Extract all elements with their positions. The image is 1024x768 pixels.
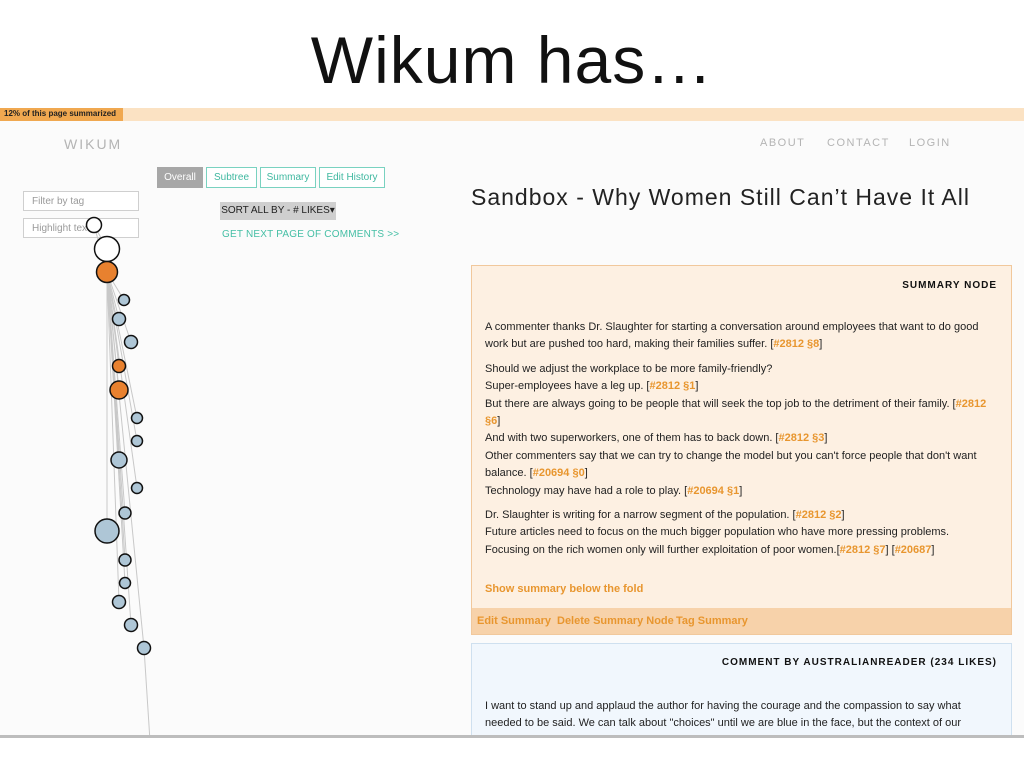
comment-reference-link[interactable]: #20687 xyxy=(895,544,932,556)
summary-tree-node[interactable] xyxy=(95,260,119,284)
nav-about-link[interactable]: ABOUT xyxy=(760,137,805,149)
delete-summary-node-button[interactable]: Delete Summary Node xyxy=(557,615,674,627)
sort-dropdown[interactable]: SORT ALL BY - # LIKES▾ xyxy=(220,202,336,220)
comment-reference-link[interactable]: #2812 §2 xyxy=(796,509,842,521)
summary-tree-node[interactable] xyxy=(111,358,127,374)
summary-paragraph: Dr. Slaughter is writing for a narrow se… xyxy=(485,509,950,556)
tab-edit-history[interactable]: Edit History xyxy=(319,167,385,188)
comment-tree-node[interactable] xyxy=(130,411,144,425)
summary-node-card: SUMMARY NODE A commenter thanks Dr. Slau… xyxy=(471,265,1012,635)
comment-tree-node[interactable] xyxy=(94,518,120,544)
wikum-logo[interactable]: WIKUM xyxy=(64,136,122,152)
comment-tree-node[interactable] xyxy=(130,434,144,448)
wikum-screenshot: 12% of this page summarized WIKUM ABOUT … xyxy=(0,108,1024,738)
comment-tree-node[interactable] xyxy=(111,311,127,327)
comment-tree-node[interactable] xyxy=(123,617,139,633)
comment-tree-node[interactable] xyxy=(110,451,128,469)
show-summary-link[interactable]: Show summary below the fold xyxy=(485,583,643,595)
nav-contact-link[interactable]: CONTACT xyxy=(827,137,890,149)
summary-progress-label: 12% of this page summarized xyxy=(4,109,117,118)
comment-reference-link[interactable]: #20694 §1 xyxy=(687,485,739,497)
comment-reference-link[interactable]: #2812 §3 xyxy=(778,432,824,444)
comment-reference-link[interactable]: #20694 §0 xyxy=(533,467,585,479)
filter-by-tag-input[interactable] xyxy=(23,191,139,211)
comment-tree-node[interactable] xyxy=(123,334,139,350)
summary-text: A commenter thanks Dr. Slaughter for sta… xyxy=(485,319,1000,566)
comment-tree-node[interactable] xyxy=(118,553,132,567)
comment-tree-visualization[interactable] xyxy=(0,216,200,738)
edit-summary-button[interactable]: Edit Summary xyxy=(477,615,551,627)
summary-action-bar: Edit Summary Delete Summary Node Tag Sum… xyxy=(472,608,1011,634)
comment-tree-node[interactable] xyxy=(118,576,132,590)
summary-node-heading: SUMMARY NODE xyxy=(902,280,997,291)
tree-edge xyxy=(143,647,151,735)
next-page-link[interactable]: GET NEXT PAGE OF COMMENTS >> xyxy=(222,229,399,240)
comment-tree-node[interactable] xyxy=(111,594,127,610)
summary-progress-bar: 12% of this page summarized xyxy=(0,108,1024,121)
tag-summary-button[interactable]: Tag Summary xyxy=(676,615,748,627)
comment-card: COMMENT BY AUSTRALIANREADER (234 LIKES) … xyxy=(471,643,1012,735)
slide-title: Wikum has… xyxy=(310,23,714,97)
comment-tree-node[interactable] xyxy=(118,506,132,520)
comment-tree-node[interactable] xyxy=(117,293,131,307)
comment-reference-link[interactable]: #2812 §7 xyxy=(840,544,886,556)
comment-reference-link[interactable]: #2812 §1 xyxy=(650,380,696,392)
comment-tree-node[interactable] xyxy=(130,481,144,495)
comment-text: I want to stand up and applaud the autho… xyxy=(485,700,962,730)
tab-overall[interactable]: Overall xyxy=(157,167,203,188)
comment-tree-node[interactable] xyxy=(136,640,152,656)
summary-tree-node[interactable] xyxy=(109,380,129,400)
page-title: Sandbox - Why Women Still Can’t Have It … xyxy=(471,184,970,210)
summary-paragraph: A commenter thanks Dr. Slaughter for sta… xyxy=(485,321,979,351)
nav-login-link[interactable]: LOGIN xyxy=(909,137,951,149)
root-tree-node[interactable] xyxy=(85,216,103,234)
tab-subtree[interactable]: Subtree xyxy=(206,167,257,188)
comment-reference-link[interactable]: #2812 §6 xyxy=(485,398,986,427)
summary-paragraph: Should we adjust the workplace to be mor… xyxy=(485,362,987,497)
tab-summary[interactable]: Summary xyxy=(260,167,316,188)
comment-reference-link[interactable]: #2812 §8 xyxy=(773,338,819,350)
comment-heading: COMMENT BY AUSTRALIANREADER (234 LIKES) xyxy=(721,657,997,668)
root-tree-node[interactable] xyxy=(93,235,121,263)
